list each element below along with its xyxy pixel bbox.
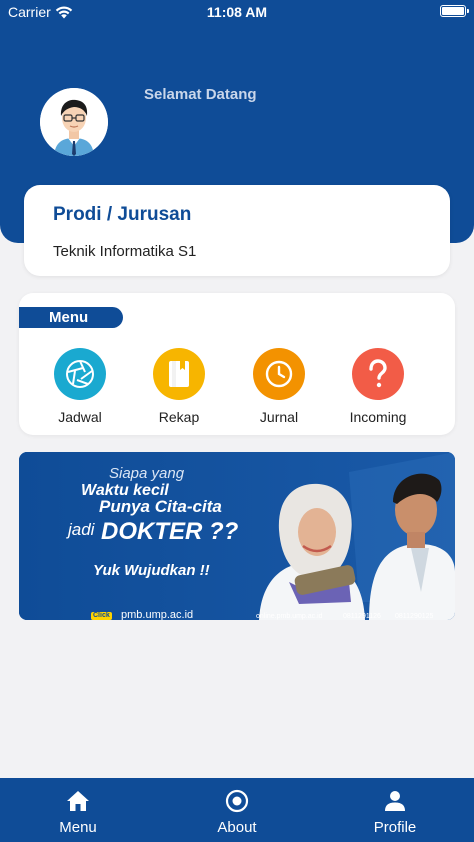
avatar[interactable] xyxy=(40,88,108,156)
menu-item-jadwal[interactable]: Jadwal xyxy=(30,348,130,425)
menu-card: Menu Jadwal Rekap Jurnal Incoming xyxy=(19,293,455,435)
menu-item-label: Jurnal xyxy=(259,409,299,425)
banner-line5: DOKTER ?? xyxy=(101,518,239,545)
menu-section-title: Menu xyxy=(19,307,123,328)
person-icon xyxy=(385,791,405,811)
tab-profile[interactable]: Profile xyxy=(335,788,455,836)
banner-call: 0811290125 xyxy=(395,613,434,620)
banner-line4: jadi xyxy=(68,520,95,539)
jadwal-icon-circle xyxy=(54,348,106,400)
menu-item-incoming[interactable]: Incoming xyxy=(328,348,428,425)
banner-line3: Punya Cita-cita xyxy=(99,497,222,516)
user-avatar-illustration xyxy=(40,88,108,156)
banner-line6: Yuk Wujudkan !! xyxy=(93,562,210,579)
tab-menu[interactable]: Menu xyxy=(18,788,138,836)
book-icon xyxy=(169,361,189,387)
menu-item-label: Jadwal xyxy=(58,409,102,425)
banner-line1: Siapa yang xyxy=(109,465,185,482)
greeting-text: Selamat Datang xyxy=(144,86,257,103)
banner-website: pmb.ump.ac.id xyxy=(121,609,194,620)
menu-item-label: Rekap xyxy=(158,409,200,425)
banner-online-url: online.pmb.ump.ac.id xyxy=(256,613,323,620)
aperture-icon xyxy=(66,360,94,388)
status-bar: Carrier 11:08 AM xyxy=(0,0,474,26)
tab-label: Profile xyxy=(373,819,417,836)
prodi-title: Prodi / Jurusan xyxy=(53,204,192,225)
prodi-card: Prodi / Jurusan Teknik Informatika S1 xyxy=(24,185,450,276)
tab-about[interactable]: About xyxy=(177,788,297,836)
clock: 11:08 AM xyxy=(206,4,268,20)
battery-icon xyxy=(440,5,469,17)
menu-item-jurnal[interactable]: Jurnal xyxy=(229,348,329,425)
tab-label: Menu xyxy=(59,819,97,836)
prodi-value: Teknik Informatika S1 xyxy=(53,243,197,260)
tab-label: About xyxy=(217,819,257,836)
rekap-icon-circle xyxy=(153,348,205,400)
question-icon xyxy=(369,359,387,388)
jurnal-icon-circle xyxy=(253,348,305,400)
menu-item-label: Incoming xyxy=(349,409,407,425)
banner-whatsapp: 0811291126 xyxy=(343,613,381,620)
incoming-icon-circle xyxy=(352,348,404,400)
banner-click-badge: Click xyxy=(91,612,112,620)
clock-icon xyxy=(265,360,293,388)
menu-item-rekap[interactable]: Rekap xyxy=(129,348,229,425)
target-icon xyxy=(225,789,249,813)
home-icon xyxy=(67,791,89,811)
promo-banner[interactable]: Siapa yang Waktu kecil Punya Cita-cita j… xyxy=(19,452,455,620)
tab-bar: Menu About Profile xyxy=(0,778,474,842)
